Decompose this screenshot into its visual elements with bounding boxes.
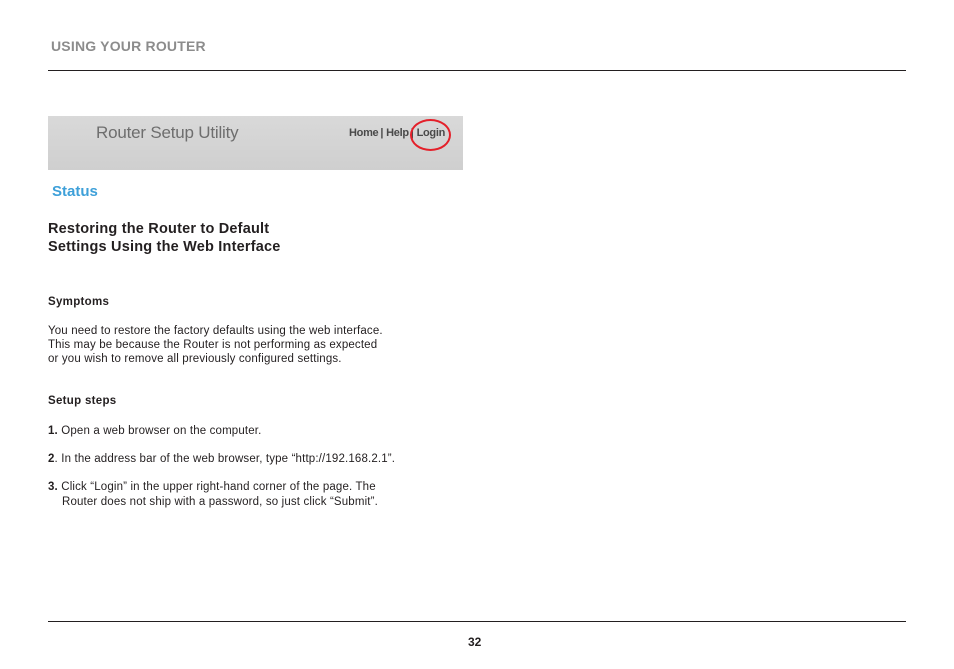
bottom-divider [48, 621, 906, 622]
section-header: USING YOUR ROUTER [51, 38, 206, 54]
section-heading: Restoring the Router to Default Settings… [48, 220, 281, 256]
heading-line-1: Restoring the Router to Default [48, 221, 270, 237]
step-text: . In the address bar of the web browser,… [54, 453, 396, 465]
nav-help-link: Help [386, 127, 409, 139]
step-text-continued: Router does not ship with a password, so… [62, 495, 378, 508]
utility-title: Router Setup Utility [96, 123, 239, 142]
symptoms-subheading: Symptoms [48, 296, 110, 308]
symptoms-line: You need to restore the factory defaults… [48, 325, 383, 337]
step-number: 1. [48, 425, 58, 437]
login-link-wrapper: Login [409, 119, 451, 151]
login-highlight-circle [409, 119, 451, 151]
symptoms-line: or you wish to remove all previously con… [48, 353, 342, 365]
top-divider [48, 70, 906, 71]
symptoms-paragraph: You need to restore the factory defaults… [48, 324, 448, 366]
router-utility-screenshot: Router Setup Utility Home | Help | Login [48, 116, 463, 170]
step-number: 3. [48, 481, 58, 493]
utility-nav: Home | Help | Login [349, 119, 451, 151]
step-text: Open a web browser on the computer. [57, 425, 262, 437]
symptoms-line: This may be because the Router is not pe… [48, 339, 378, 351]
step-1: 1. Open a web browser on the computer. [48, 424, 458, 439]
nav-home-link: Home [349, 127, 379, 139]
status-label: Status [52, 183, 98, 200]
step-3: 3. Click “Login” in the upper right-hand… [48, 480, 458, 509]
step-2: 2. In the address bar of the web browser… [48, 452, 458, 467]
nav-separator: | [380, 127, 384, 139]
page-number: 32 [468, 635, 482, 649]
heading-line-2: Settings Using the Web Interface [48, 239, 281, 255]
step-text: Click “Login” in the upper right-hand co… [57, 481, 376, 493]
setup-steps-subheading: Setup steps [48, 395, 117, 407]
